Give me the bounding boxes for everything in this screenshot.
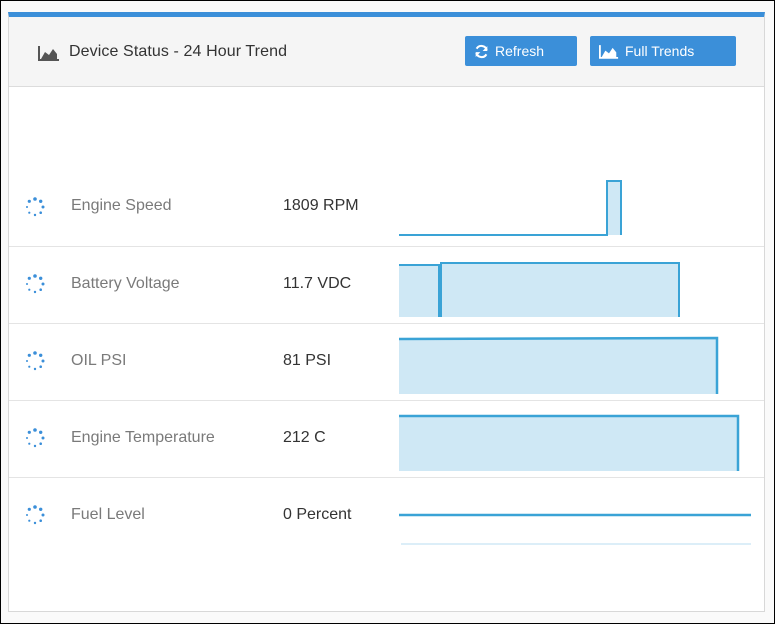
metric-value: 11.7 VDC bbox=[283, 275, 352, 292]
metric-name: Fuel Level bbox=[71, 506, 145, 523]
metric-value: 81 PSI bbox=[283, 352, 332, 369]
area-chart-icon bbox=[599, 44, 619, 59]
metric-list: Engine Speed 1809 RPM Battery Voltage 11… bbox=[9, 177, 764, 555]
refresh-label: Refresh bbox=[495, 43, 545, 59]
sparkline-engine-speed bbox=[399, 180, 622, 236]
metric-row-battery-voltage: Battery Voltage 11.7 VDC bbox=[9, 247, 764, 324]
metric-row-oil-psi: OIL PSI 81 PSI bbox=[9, 324, 764, 401]
sparkline-fuel-level bbox=[399, 513, 751, 545]
loading-spinner-icon bbox=[26, 351, 45, 371]
refresh-button[interactable]: Refresh bbox=[465, 36, 577, 66]
area-chart-icon bbox=[38, 46, 59, 61]
sparkline-engine-temperature bbox=[399, 414, 740, 471]
metric-name: OIL PSI bbox=[71, 352, 127, 369]
metric-value: 212 C bbox=[283, 429, 326, 446]
full-trends-button[interactable]: Full Trends bbox=[590, 36, 736, 66]
loading-spinner-icon bbox=[26, 505, 45, 525]
metric-name: Engine Speed bbox=[71, 197, 172, 214]
sparkline-oil-psi bbox=[399, 336, 719, 394]
metric-name: Engine Temperature bbox=[71, 429, 215, 446]
loading-spinner-icon bbox=[26, 428, 45, 448]
metric-row-engine-temperature: Engine Temperature 212 C bbox=[9, 401, 764, 478]
panel-title: Device Status - 24 Hour Trend bbox=[69, 43, 288, 60]
metric-value: 0 Percent bbox=[283, 506, 352, 523]
panel-header: Device Status - 24 Hour Trend Refresh Fu… bbox=[9, 17, 764, 87]
metric-value: 1809 RPM bbox=[283, 197, 359, 214]
loading-spinner-icon bbox=[26, 274, 45, 294]
page-frame: Device Status - 24 Hour Trend Refresh Fu… bbox=[0, 0, 775, 624]
metric-row-engine-speed: Engine Speed 1809 RPM bbox=[9, 177, 764, 247]
metric-row-fuel-level: Fuel Level 0 Percent bbox=[9, 478, 764, 555]
loading-spinner-icon bbox=[26, 197, 45, 217]
full-trends-label: Full Trends bbox=[625, 43, 695, 59]
sparkline-battery-voltage bbox=[399, 262, 680, 317]
device-status-panel: Device Status - 24 Hour Trend Refresh Fu… bbox=[8, 12, 765, 612]
refresh-icon bbox=[475, 44, 488, 58]
metric-name: Battery Voltage bbox=[71, 275, 180, 292]
